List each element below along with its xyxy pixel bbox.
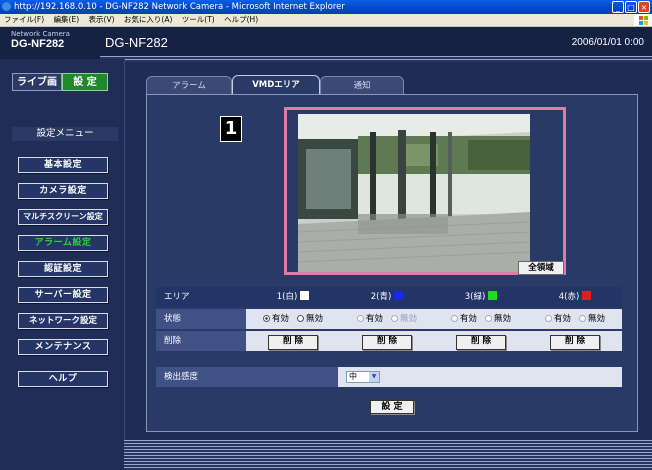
area-3-on-radio[interactable] — [450, 315, 458, 322]
menu-tools[interactable]: ツール(T) — [182, 15, 215, 24]
sensitivity-select[interactable]: 中 ▼ — [346, 371, 380, 383]
area-3-name: 3(緑) — [464, 292, 486, 302]
tab-live[interactable]: ライブ画 — [12, 73, 62, 91]
footer-stripes — [124, 440, 652, 470]
menu-file[interactable]: ファイル(F) — [4, 15, 44, 24]
tab-vmd-area[interactable]: VMDエリア — [232, 75, 320, 95]
area-3-delete-button[interactable]: 削 除 — [456, 335, 506, 350]
callout-number: 1 — [220, 116, 242, 142]
area-4-status: 有効 無効 — [528, 309, 622, 329]
area-2-name: 2(青) — [370, 292, 392, 302]
area-3-header: 3(緑) — [434, 287, 528, 307]
area-3-off-radio[interactable] — [485, 315, 493, 322]
minimize-icon[interactable]: _ — [612, 1, 624, 13]
full-area-button[interactable]: 全領域 — [518, 261, 564, 275]
area-1-header: 1(白) — [246, 287, 340, 307]
area-2-delete-button[interactable]: 削 除 — [362, 335, 412, 350]
area-3-on-label: 有効 — [459, 314, 477, 324]
area-2-status: 有効 無効 — [340, 309, 434, 329]
area-4-color-swatch — [582, 291, 592, 300]
datetime: 2006/01/01 0:00 — [571, 37, 644, 48]
sensitivity-value: 中 — [349, 372, 357, 381]
window-title: http://192.168.0.10 - DG-NF282 Network C… — [14, 2, 345, 12]
camera-header: Network Camera DG-NF282 DG-NF282 2006/01… — [0, 27, 652, 59]
camera-scene — [298, 114, 530, 272]
area-1-off-radio[interactable] — [297, 315, 305, 322]
chevron-down-icon[interactable]: ▼ — [369, 372, 379, 382]
area-3-delete-cell: 削 除 — [434, 331, 528, 351]
area-1-delete-button[interactable]: 削 除 — [268, 335, 318, 350]
area-4-name: 4(赤) — [558, 292, 580, 302]
sidebar-item-multiscreen[interactable]: マルチスクリーン設定 — [18, 209, 108, 225]
area-2-color-swatch — [394, 291, 404, 300]
area-4-on-radio[interactable] — [544, 315, 552, 322]
browser-title-bar: http://192.168.0.10 - DG-NF282 Network C… — [0, 0, 652, 14]
camera-image[interactable] — [298, 114, 530, 272]
area-1-on-radio[interactable] — [262, 315, 270, 322]
area-1-delete-cell: 削 除 — [246, 331, 340, 351]
area-4-off-label: 無効 — [588, 314, 606, 324]
area-2-header: 2(青) — [340, 287, 434, 307]
area-4-delete-button[interactable]: 削 除 — [550, 335, 600, 350]
area-2-on-radio[interactable] — [356, 315, 364, 322]
sidebar-item-help[interactable]: ヘルプ — [18, 371, 108, 387]
area-3-color-swatch — [488, 291, 498, 300]
sidebar-item-auth[interactable]: 認証設定 — [18, 261, 108, 277]
area-1-status: 有効 無効 — [246, 309, 340, 329]
area-2-delete-cell: 削 除 — [340, 331, 434, 351]
area-4-header: 4(赤) — [528, 287, 622, 307]
delete-label: 削除 — [156, 331, 246, 351]
header-divider — [100, 56, 652, 62]
area-1-off-label: 無効 — [306, 314, 324, 324]
area-2-on-label: 有効 — [365, 314, 383, 324]
maximize-icon[interactable]: □ — [625, 1, 637, 13]
sensitivity-label: 検出感度 — [156, 367, 338, 387]
status-label: 状態 — [156, 309, 246, 329]
tab-setup[interactable]: 設 定 — [62, 73, 108, 91]
sidebar-item-alarm[interactable]: アラーム設定 — [18, 235, 108, 251]
browser-menu-bar: ファイル(F) 編集(E) 表示(V) お気に入り(A) ツール(T) ヘルプ(… — [0, 14, 652, 27]
sidebar-item-camera[interactable]: カメラ設定 — [18, 183, 108, 199]
set-button[interactable]: 設 定 — [370, 400, 414, 414]
area-1-name: 1(白) — [276, 292, 298, 302]
sidebar-item-network[interactable]: ネットワーク設定 — [18, 313, 108, 329]
area-3-off-label: 無効 — [494, 314, 512, 324]
area-3-status: 有効 無効 — [434, 309, 528, 329]
area-2-off-label: 無効 — [400, 314, 418, 324]
area-4-delete-cell: 削 除 — [528, 331, 622, 351]
sidebar-item-maintenance[interactable]: メンテナンス — [18, 339, 108, 355]
sidebar-item-basic[interactable]: 基本設定 — [18, 157, 108, 173]
sensitivity-cell — [338, 367, 622, 387]
tab-notification[interactable]: 通知 — [320, 76, 404, 94]
setup-menu-title: 設定メニュー — [12, 127, 118, 141]
menu-favorites[interactable]: お気に入り(A) — [124, 15, 172, 24]
area-2-off-radio[interactable] — [391, 315, 399, 322]
close-icon[interactable]: × — [638, 1, 650, 13]
model-logo: DG-NF282 — [11, 38, 65, 50]
sidebar-item-server[interactable]: サーバー設定 — [18, 287, 108, 303]
area-1-on-label: 有効 — [271, 314, 289, 324]
menu-help[interactable]: ヘルプ(H) — [224, 15, 258, 24]
area-4-on-label: 有効 — [553, 314, 571, 324]
area-1-color-swatch — [300, 291, 310, 300]
menu-view[interactable]: 表示(V) — [89, 15, 115, 24]
model-name: DG-NF282 — [105, 35, 168, 50]
windows-logo-icon — [634, 14, 652, 26]
ie-icon — [2, 2, 11, 11]
menu-edit[interactable]: 編集(E) — [54, 15, 80, 24]
area-header-label: エリア — [156, 287, 246, 307]
tab-alarm[interactable]: アラーム — [146, 76, 232, 94]
area-4-off-radio[interactable] — [579, 315, 587, 322]
network-camera-label: Network Camera — [11, 30, 70, 38]
